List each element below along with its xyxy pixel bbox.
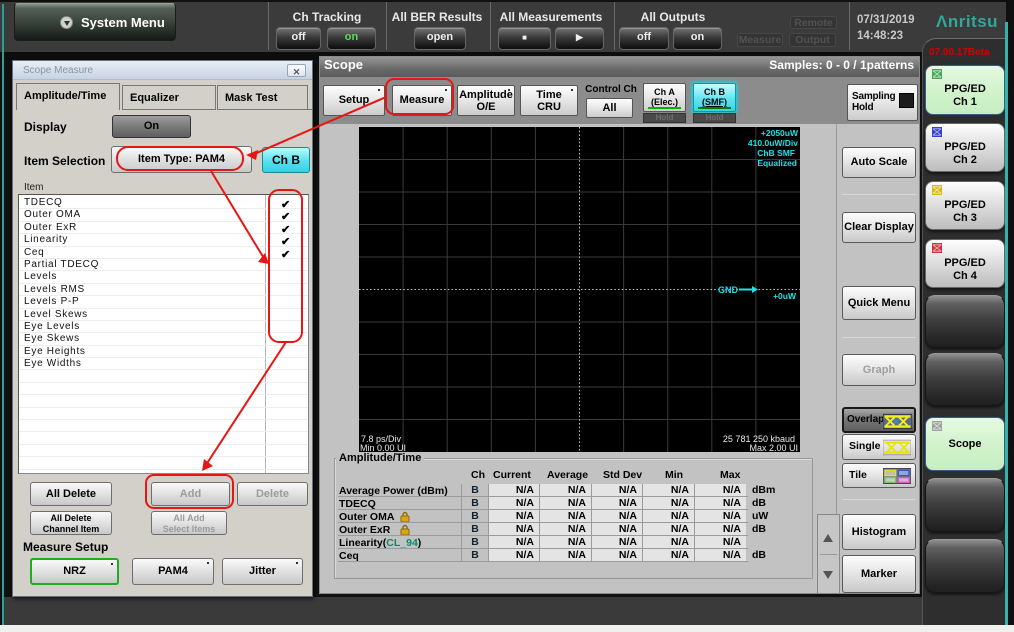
svg-text:ChB SMF: ChB SMF: [757, 148, 795, 158]
svg-text:Equalized: Equalized: [757, 158, 797, 168]
svg-text:+0uW: +0uW: [773, 291, 797, 301]
svg-text:410.0uW/Div: 410.0uW/Div: [748, 138, 798, 148]
svg-text:+2050uW: +2050uW: [761, 128, 799, 138]
svg-text:Max 2.00 UI: Max 2.00 UI: [749, 443, 798, 452]
svg-text:GND: GND: [718, 285, 739, 295]
svg-text:Min 0.00 UI: Min 0.00 UI: [360, 443, 406, 452]
